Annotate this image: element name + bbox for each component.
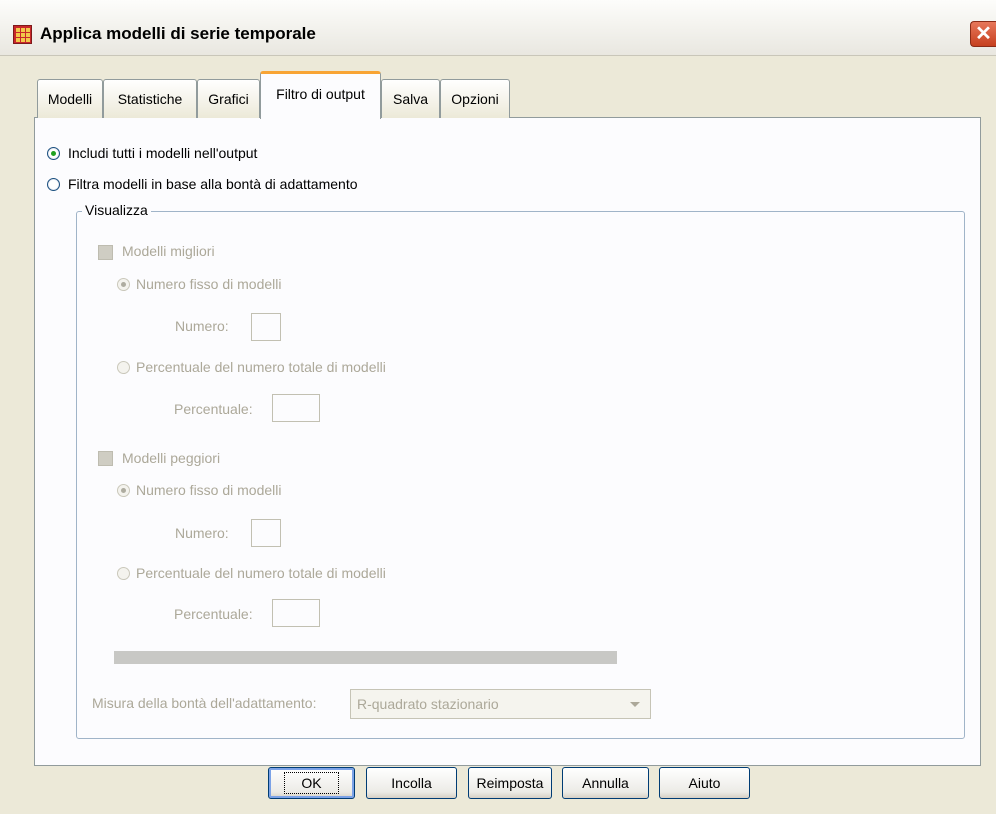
reset-button[interactable]: Reimposta [468, 767, 552, 799]
help-button[interactable]: Aiuto [659, 767, 750, 799]
chevron-down-icon[interactable] [630, 702, 640, 707]
worst-percent-label: Percentuale: [174, 606, 253, 622]
best-percent-radio[interactable] [117, 361, 130, 374]
worst-percent-radio[interactable] [117, 567, 130, 580]
fit-measure-label: Misura della bontà dell'adattamento: [92, 695, 317, 711]
best-number-label: Numero: [175, 318, 229, 334]
tab-filtro-di-output[interactable]: Filtro di output [260, 71, 381, 119]
close-icon[interactable]: ✕ [975, 23, 992, 45]
fit-measure-select[interactable]: R-quadrato stazionario [350, 689, 651, 719]
worst-models-checkbox[interactable] [98, 451, 113, 466]
ok-label[interactable]: OK [284, 772, 339, 794]
ok-button[interactable]: OK [268, 767, 355, 799]
filter-by-fit-radio[interactable] [47, 178, 60, 191]
best-number-input[interactable] [251, 313, 281, 341]
paste-button[interactable]: Incolla [366, 767, 457, 799]
worst-fixed-label[interactable]: Numero fisso di modelli [136, 482, 282, 498]
tab-opzioni[interactable]: Opzioni [440, 79, 510, 118]
worst-number-label: Numero: [175, 525, 229, 541]
tab-strip: Modelli Statistiche Grafici Filtro di ou… [34, 68, 981, 119]
worst-percent-input[interactable] [272, 599, 320, 627]
filter-by-fit-label[interactable]: Filtra modelli in base alla bontà di ada… [68, 176, 358, 192]
close-button[interactable]: ✕ [970, 21, 996, 47]
display-group-legend: Visualizza [82, 202, 151, 218]
best-fixed-label[interactable]: Numero fisso di modelli [136, 276, 282, 292]
worst-number-input[interactable] [251, 519, 281, 547]
tab-statistiche[interactable]: Statistiche [103, 79, 197, 118]
fit-measure-value: R-quadrato stazionario [357, 696, 499, 712]
worst-models-label[interactable]: Modelli peggiori [122, 450, 220, 466]
best-models-label[interactable]: Modelli migliori [122, 243, 215, 259]
dialog-window: Applica modelli di serie temporale ✕ Mod… [0, 0, 996, 814]
best-percent-input[interactable] [272, 394, 320, 422]
best-percent-label: Percentuale: [174, 401, 253, 417]
tab-salva[interactable]: Salva [381, 79, 440, 118]
best-models-checkbox[interactable] [98, 245, 113, 260]
worst-percent-option-label[interactable]: Percentuale del numero totale di modelli [136, 565, 386, 581]
worst-fixed-radio[interactable] [117, 484, 130, 497]
cancel-button[interactable]: Annulla [562, 767, 649, 799]
best-percent-option-label[interactable]: Percentuale del numero totale di modelli [136, 359, 386, 375]
window-title: Applica modelli di serie temporale [40, 24, 316, 43]
include-all-radio[interactable] [47, 147, 60, 160]
app-icon [13, 25, 32, 44]
best-fixed-radio[interactable] [117, 278, 130, 291]
title-bar: Applica modelli di serie temporale ✕ [0, 0, 996, 56]
tab-modelli[interactable]: Modelli [37, 79, 103, 118]
separator-bar [114, 651, 617, 664]
tab-grafici[interactable]: Grafici [197, 79, 260, 118]
include-all-label[interactable]: Includi tutti i modelli nell'output [68, 145, 257, 161]
